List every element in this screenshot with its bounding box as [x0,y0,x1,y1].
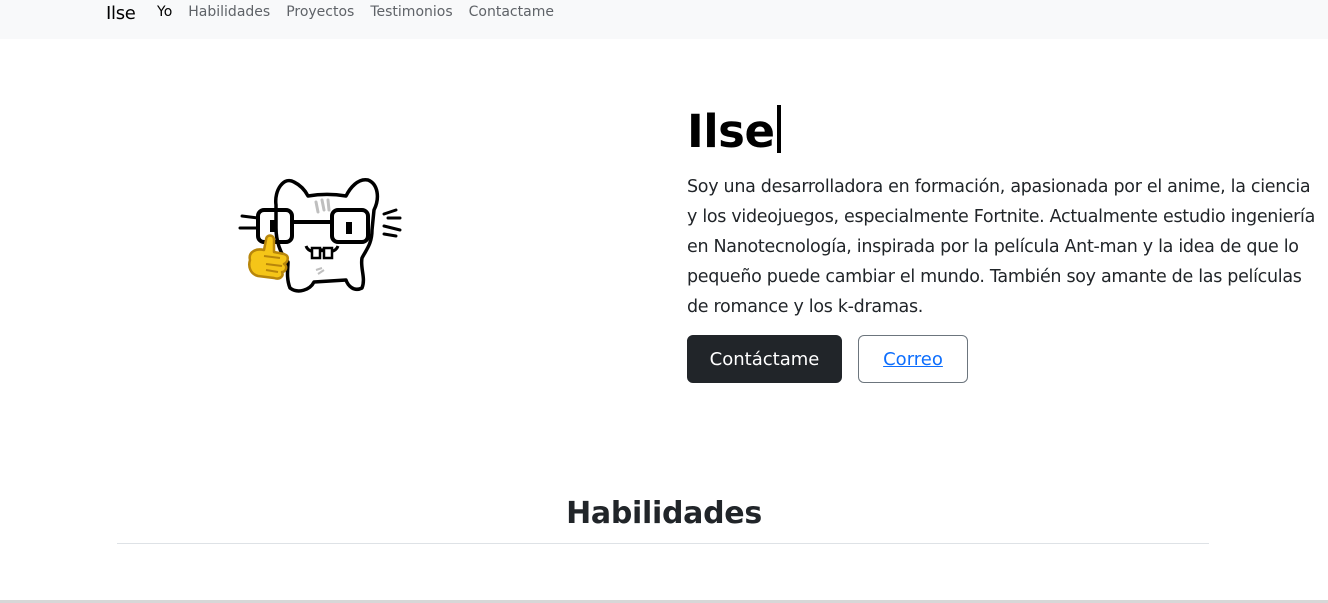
section-divider [117,543,1209,544]
typing-cursor [777,105,782,153]
nav-link-testimonios[interactable]: Testimonios [370,4,452,20]
nav-link-habilidades[interactable]: Habilidades [188,4,270,20]
navbar: Ilse Yo Habilidades Proyectos Testimonio… [0,0,1328,39]
hero-description: Soy una desarrolladora en formación, apa… [687,177,1316,317]
navbar-brand[interactable]: Ilse [106,3,136,24]
nav-link-yo[interactable]: Yo [157,4,172,20]
nav-link-contactame[interactable]: Contactame [469,4,554,20]
hero-title: Ilse [687,103,782,161]
skills-section-title: Habilidades [566,496,762,531]
nav-link-proyectos[interactable]: Proyectos [286,4,354,20]
contact-button[interactable]: Contáctame [687,335,842,383]
email-button[interactable]: Correo [858,335,968,383]
hero-title-text: Ilse [687,105,775,158]
cat-with-glasses-thumbs-up-icon [236,170,406,298]
nav-links: Yo Habilidades Proyectos Testimonios Con… [157,4,570,20]
